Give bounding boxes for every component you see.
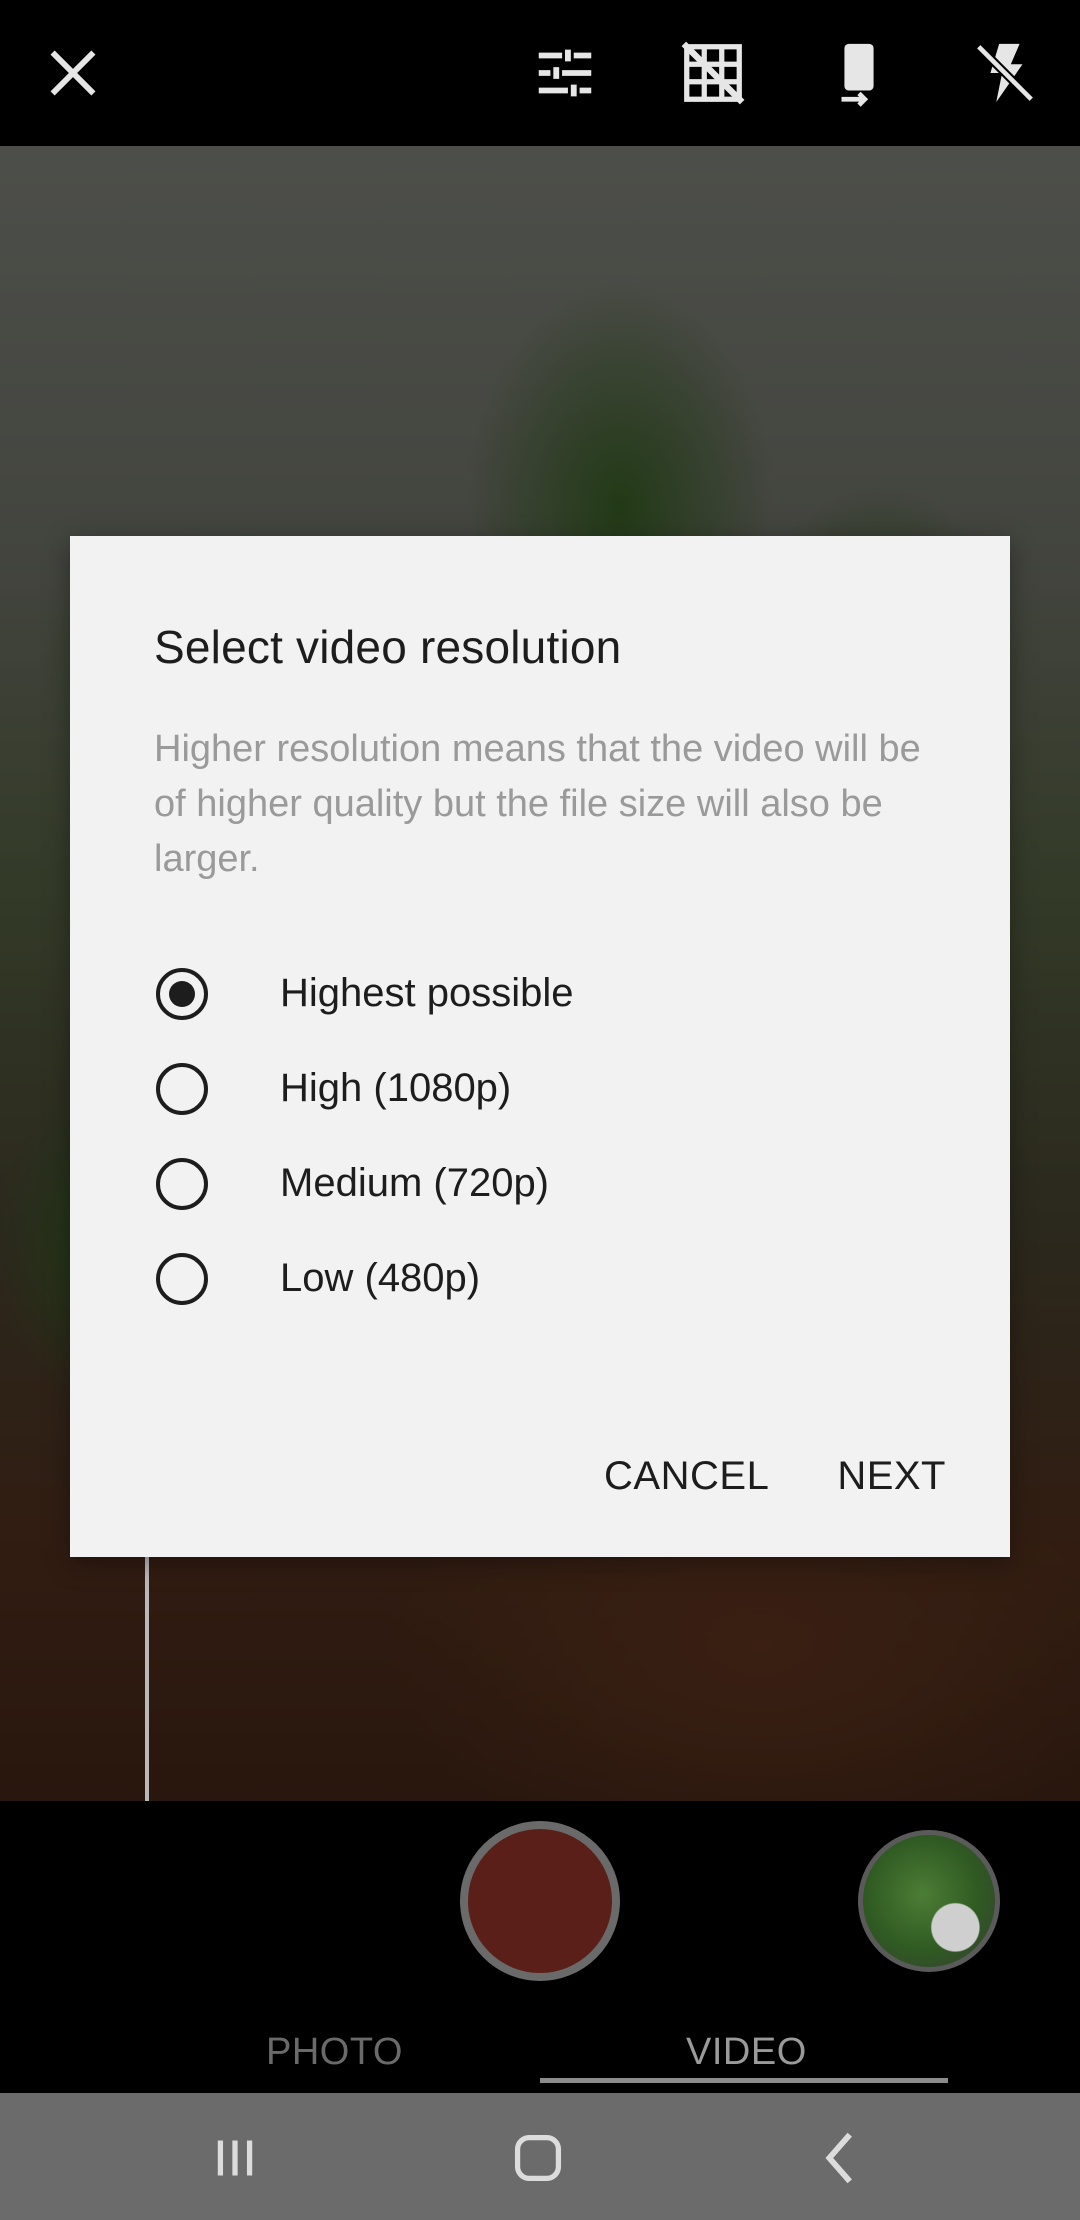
recent-apps-icon[interactable]	[200, 2123, 270, 2193]
radio-button[interactable]	[156, 1157, 208, 1210]
grid-off-icon[interactable]	[678, 38, 748, 108]
active-mode-indicator	[540, 2078, 948, 2083]
option-medium-720p[interactable]: Medium (720p)	[154, 1136, 934, 1231]
radio-dot	[169, 980, 195, 1007]
dialog-actions: CANCEL NEXT	[604, 1454, 946, 1499]
tune-sliders-icon[interactable]	[530, 38, 600, 108]
gallery-thumbnail[interactable]	[858, 1830, 1000, 1972]
option-label: Highest possible	[280, 971, 574, 1015]
close-icon[interactable]	[38, 38, 108, 108]
video-resolution-dialog: Select video resolution Higher resolutio…	[70, 536, 1010, 1557]
cancel-button[interactable]: CANCEL	[604, 1454, 769, 1499]
radio-button[interactable]	[156, 1062, 208, 1115]
flash-off-icon[interactable]	[970, 38, 1040, 108]
dialog-title: Select video resolution	[154, 621, 622, 673]
option-highest-possible[interactable]: Highest possible	[154, 946, 934, 1041]
home-icon[interactable]	[503, 2123, 573, 2193]
zoom-slider-track[interactable]	[145, 1556, 149, 1801]
dialog-description: Higher resolution means that the video w…	[154, 728, 921, 880]
radio-button-selected[interactable]	[156, 967, 208, 1020]
option-label: Medium (720p)	[280, 1161, 550, 1205]
system-navigation-bar	[0, 2093, 1080, 2220]
option-label: Low (480p)	[280, 1256, 481, 1300]
screen-rotation-icon[interactable]	[824, 38, 894, 108]
camera-toolbar	[0, 0, 1080, 146]
mode-photo-tab[interactable]: PHOTO	[266, 2031, 403, 2074]
radio-button[interactable]	[156, 1252, 208, 1305]
record-button[interactable]	[460, 1821, 620, 1981]
option-high-1080p[interactable]: High (1080p)	[154, 1041, 934, 1136]
option-low-480p[interactable]: Low (480p)	[154, 1231, 934, 1326]
back-icon[interactable]	[806, 2123, 876, 2193]
option-label: High (1080p)	[280, 1066, 512, 1110]
resolution-options: Highest possible High (1080p) Medium (72…	[154, 946, 934, 1326]
camera-controls: PHOTO VIDEO	[0, 1801, 1080, 2093]
next-button[interactable]: NEXT	[837, 1454, 946, 1499]
mode-video-tab[interactable]: VIDEO	[686, 2031, 807, 2074]
